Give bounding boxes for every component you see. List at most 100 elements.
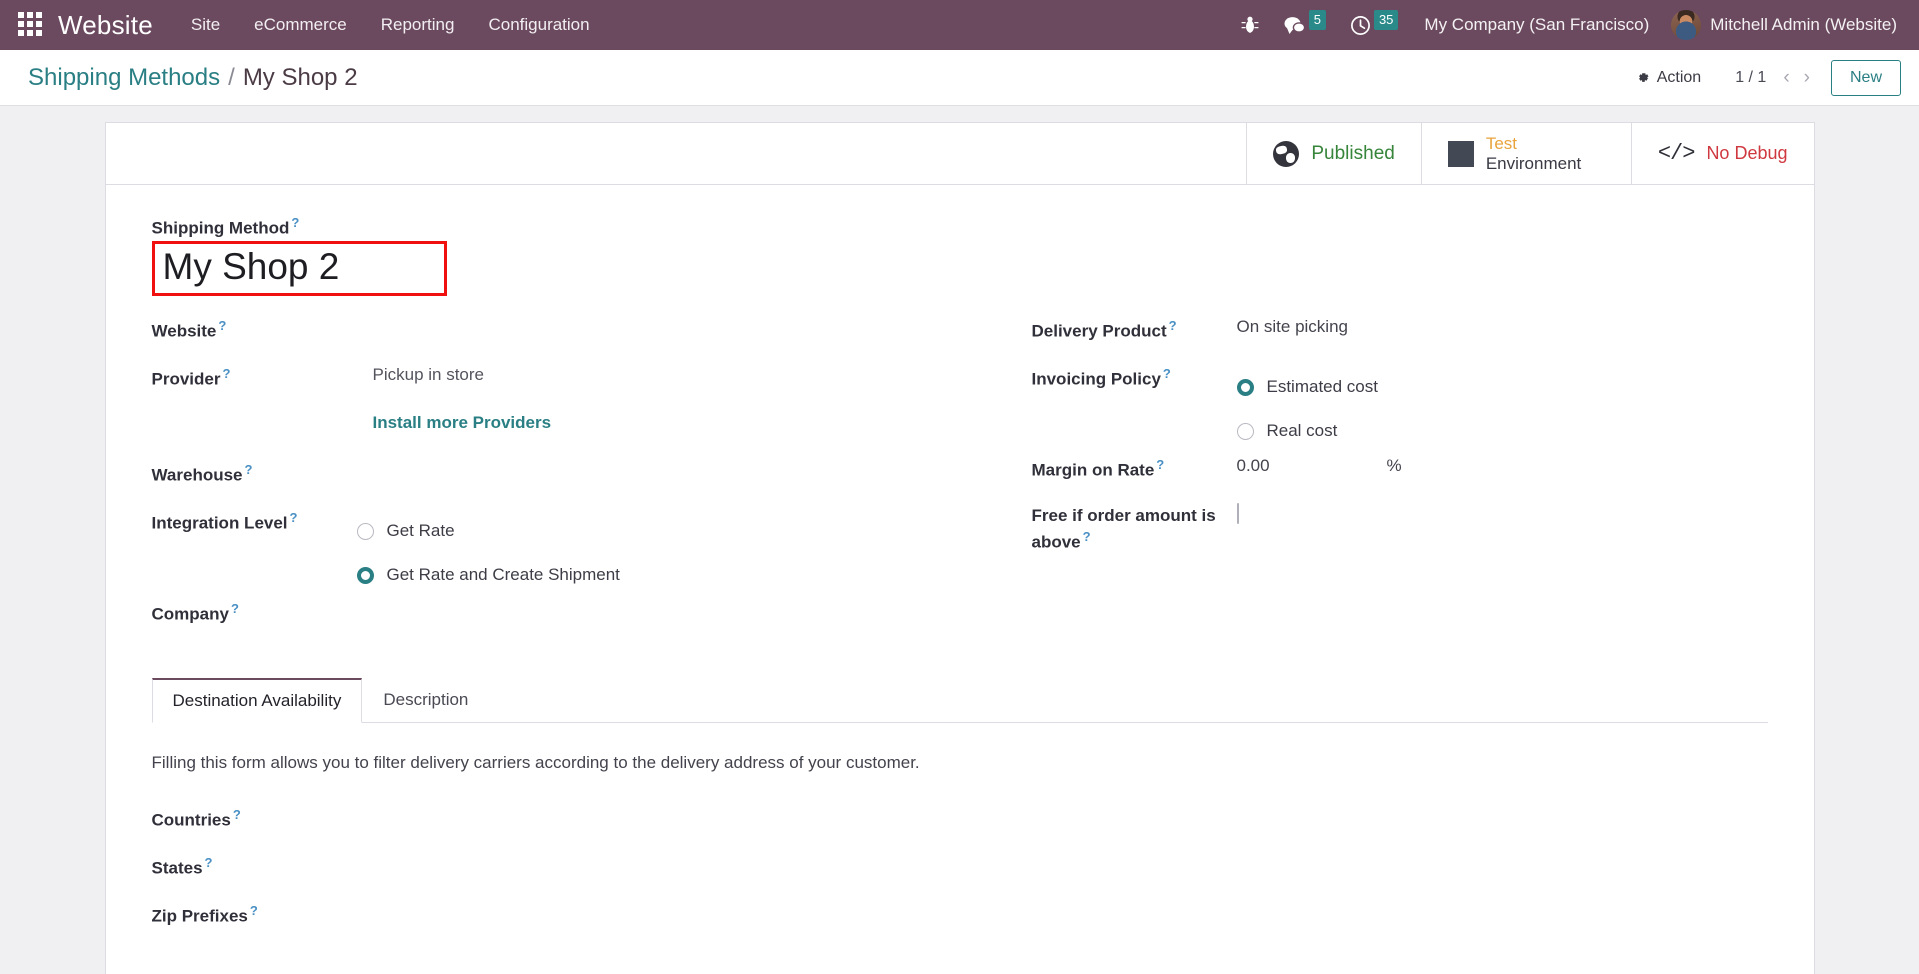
help-icon-integration-level[interactable]: ? <box>290 510 298 525</box>
activities-badge: 35 <box>1373 10 1399 30</box>
field-row-zip-prefixes: Zip Prefixes? <box>152 899 1768 947</box>
activities-button[interactable]: 35 <box>1338 0 1410 50</box>
field-row-free-if-above: Free if order amount is above? <box>1032 501 1768 554</box>
free-if-above-label: Free if order amount is above? <box>1032 501 1237 554</box>
radio-estimated-cost[interactable]: Estimated cost <box>1236 365 1768 409</box>
breadcrumb-shipping-methods[interactable]: Shipping Methods <box>28 64 220 92</box>
new-button[interactable]: New <box>1830 59 1901 96</box>
no-debug-button[interactable]: </> No Debug <box>1630 123 1814 184</box>
help-icon-invoicing-policy[interactable]: ? <box>1163 366 1171 381</box>
field-row-provider: Provider? Pickup in store <box>152 362 960 410</box>
integration-level-label: Integration Level? <box>152 506 357 535</box>
radio-real-cost[interactable]: Real cost <box>1236 409 1768 453</box>
field-row-integration-level: Integration Level? Get Rate Get Rate and… <box>152 506 960 597</box>
sheet-container: Published Test Environment </> No Debug … <box>0 106 1919 974</box>
user-menu[interactable]: Mitchell Admin (Website) <box>1663 10 1903 40</box>
states-value[interactable] <box>357 851 1768 854</box>
field-row-states: States? <box>152 851 1768 899</box>
radio-get-rate-create-shipment-indicator[interactable] <box>356 566 374 584</box>
help-icon-shipping-method[interactable]: ? <box>291 215 299 230</box>
margin-on-rate-input[interactable]: 0.00 <box>1237 456 1387 476</box>
delivery-product-value[interactable]: On site picking <box>1237 314 1768 337</box>
shipping-method-input[interactable] <box>162 245 428 288</box>
states-label-text: States <box>151 858 203 878</box>
field-row-warehouse: Warehouse? <box>152 458 960 506</box>
app-brand-website[interactable]: Website <box>58 10 153 41</box>
website-value[interactable] <box>357 314 960 317</box>
warehouse-value[interactable] <box>357 458 960 461</box>
help-icon-countries[interactable]: ? <box>233 807 241 822</box>
messages-button[interactable]: 5 <box>1271 0 1338 50</box>
form-sheet: Published Test Environment </> No Debug … <box>104 122 1815 974</box>
install-more-providers-link[interactable]: Install more Providers <box>357 413 552 432</box>
test-label: Test <box>1485 133 1518 153</box>
company-switcher[interactable]: My Company (San Francisco) <box>1410 15 1663 35</box>
countries-value[interactable] <box>357 803 1768 806</box>
notebook-pane-destination-availability: Filling this form allows you to filter d… <box>152 723 1768 947</box>
field-row-website: Website? <box>152 314 960 362</box>
radio-estimated-cost-label: Estimated cost <box>1266 377 1379 397</box>
field-row-invoicing-policy: Invoicing Policy? Estimated cost Real co… <box>1032 362 1768 453</box>
company-value[interactable] <box>357 597 960 600</box>
website-label: Website? <box>152 314 357 343</box>
field-row-company: Company? <box>152 597 960 653</box>
integration-level-label-text: Integration Level <box>151 513 288 533</box>
help-icon-free-if-above[interactable]: ? <box>1083 529 1091 544</box>
field-row-delivery-product: Delivery Product? On site picking <box>1032 314 1768 362</box>
radio-real-cost-indicator[interactable] <box>1236 422 1254 440</box>
gear-icon <box>1638 73 1649 82</box>
destination-availability-hint: Filling this form allows you to filter d… <box>151 753 920 773</box>
messages-badge: 5 <box>1308 10 1326 30</box>
radio-get-rate-label: Get Rate <box>386 521 455 541</box>
margin-on-rate-unit: % <box>1386 456 1402 476</box>
published-label: Published <box>1311 142 1395 164</box>
chevron-left-icon[interactable]: ‹ <box>1776 65 1796 91</box>
provider-label: Provider? <box>152 362 357 391</box>
help-icon-margin-on-rate[interactable]: ? <box>1156 457 1164 472</box>
stat-button-box: Published Test Environment </> No Debug <box>105 123 1814 185</box>
chevron-right-icon[interactable]: › <box>1797 65 1817 91</box>
provider-value[interactable]: Pickup in store <box>357 362 960 385</box>
test-environment-button[interactable]: Test Environment <box>1420 123 1631 184</box>
notebook: Destination Availability Description Fil… <box>106 677 1814 947</box>
help-icon-zip-prefixes[interactable]: ? <box>250 903 258 918</box>
help-icon-delivery-product[interactable]: ? <box>1169 318 1177 333</box>
test-environment-text: Test Environment <box>1486 134 1581 173</box>
radio-get-rate-create-shipment-label: Get Rate and Create Shipment <box>386 565 620 585</box>
countries-label-text: Countries <box>151 810 231 830</box>
help-icon-website[interactable]: ? <box>218 318 226 333</box>
menu-item-reporting[interactable]: Reporting <box>381 15 455 35</box>
radio-get-rate-indicator[interactable] <box>356 522 374 540</box>
radio-real-cost-label: Real cost <box>1266 421 1338 441</box>
warehouse-label: Warehouse? <box>152 458 357 487</box>
action-menu-label: Action <box>1656 68 1702 86</box>
menu-item-site[interactable]: Site <box>191 15 220 35</box>
help-icon-warehouse[interactable]: ? <box>245 462 253 477</box>
bug-icon[interactable] <box>1229 0 1271 50</box>
warehouse-label-text: Warehouse <box>151 465 243 485</box>
free-if-above-label-text: Free if order amount is above <box>1031 506 1216 552</box>
pager-counter: 1 / 1 <box>1735 68 1767 86</box>
radio-estimated-cost-indicator[interactable] <box>1236 378 1254 396</box>
environment-label: Environment <box>1485 153 1582 173</box>
zip-prefixes-value[interactable] <box>357 899 1768 902</box>
radio-get-rate-create-shipment[interactable]: Get Rate and Create Shipment <box>356 553 960 597</box>
free-if-above-checkbox[interactable] <box>1236 503 1239 525</box>
avatar <box>1671 10 1702 40</box>
breadcrumb: Shipping Methods / My Shop 2 <box>28 64 358 92</box>
website-label-text: Website <box>151 321 217 341</box>
published-toggle-button[interactable]: Published <box>1246 123 1420 184</box>
integration-level-options: Get Rate Get Rate and Create Shipment <box>356 506 960 597</box>
tab-destination-availability[interactable]: Destination Availability <box>151 678 363 724</box>
tab-description[interactable]: Description <box>362 678 489 723</box>
help-icon-company[interactable]: ? <box>231 601 239 616</box>
action-menu-button[interactable]: Action <box>1625 63 1711 93</box>
help-icon-provider[interactable]: ? <box>222 366 230 381</box>
help-icon-states[interactable]: ? <box>205 855 213 870</box>
provider-label-text: Provider <box>151 369 221 389</box>
user-name-label: Mitchell Admin (Website) <box>1710 15 1897 34</box>
radio-get-rate[interactable]: Get Rate <box>356 509 960 553</box>
menu-item-ecommerce[interactable]: eCommerce <box>254 15 347 35</box>
menu-item-configuration[interactable]: Configuration <box>488 15 589 35</box>
apps-grid-icon[interactable] <box>18 12 44 38</box>
